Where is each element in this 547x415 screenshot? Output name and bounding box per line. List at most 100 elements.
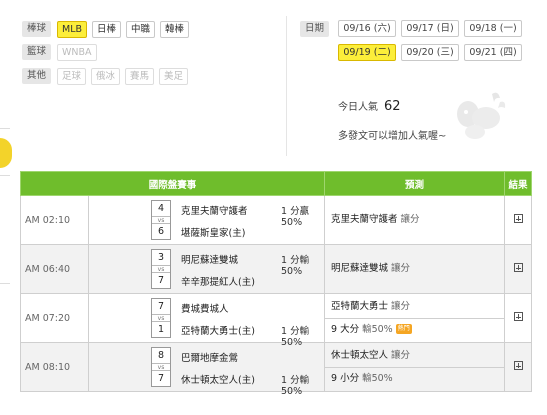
match-cell: 3 vs 7 明尼蘇達雙城 辛辛那提紅人(主) 1 分輸50% (87, 244, 326, 294)
table-row: AM 07:20 7 vs 1 費城費城人 亞特蘭大勇士(主) 1 分輸50% … (20, 293, 533, 348)
date-chip-0917[interactable]: 09/17 (日) (401, 20, 459, 37)
chip-soccer[interactable]: 足球 (57, 67, 87, 85)
team-home[interactable]: 亞特蘭大勇士(主) (181, 323, 255, 337)
score-box: 7 vs 1 (151, 297, 171, 338)
pick-line: 亞特蘭大勇士 讓分 (331, 296, 504, 318)
team-away[interactable]: 巴爾地摩金鶯 (181, 350, 238, 364)
pick-line: 9 大分 輸50% 熱門 (331, 319, 504, 341)
date-chip-0921[interactable]: 09/21 (四) (464, 44, 522, 61)
score-away: 4 (157, 202, 165, 214)
pick-line: 9 小分 輸50% (331, 368, 504, 390)
vertical-divider (286, 16, 287, 156)
score-box: 3 vs 7 (151, 248, 171, 289)
mascot-watermark-icon (457, 92, 506, 139)
pick-cell: 休士頓太空人 讓分 9 小分 輸50% (324, 342, 506, 392)
pick-line: 克里夫蘭守護者 讓分 (331, 209, 504, 231)
score-away: 8 (157, 349, 165, 361)
result-cell[interactable] (504, 244, 533, 294)
result-icon[interactable] (513, 361, 523, 370)
games-table: 國際盤賽事 預測 結果 AM 02:10 4 vs 6 克里夫蘭守護者 堪薩斯皇… (19, 171, 533, 397)
date-chip-0920[interactable]: 09/20 (三) (401, 44, 459, 61)
odds-line: 1 分贏50% (281, 205, 310, 228)
chip-npb[interactable]: 日棒 (92, 20, 122, 38)
date-chip-0916[interactable]: 09/16 (六) (338, 20, 396, 37)
chip-hockey[interactable]: 俄冰 (91, 67, 121, 85)
game-time: AM 02:10 (20, 195, 89, 245)
header-result: 結果 (504, 171, 533, 196)
date-label: 日期 (300, 21, 329, 37)
game-time: AM 08:10 (20, 342, 89, 392)
team-home[interactable]: 辛辛那提紅人(主) (181, 274, 255, 288)
pick-total: 9 大分 (331, 323, 360, 335)
score-box: 4 vs 6 (151, 199, 171, 240)
team-home[interactable]: 休士頓太空人(主) (181, 372, 255, 386)
popularity-label: 今日人氣 (338, 102, 378, 113)
pick-team: 休士頓太空人 (331, 349, 389, 361)
filter-row-basketball: 籃球 WNBA (22, 43, 102, 61)
pick-outcome: 輸50% (362, 323, 393, 335)
chip-horse-racing[interactable]: 賽馬 (125, 67, 155, 85)
header-pick: 預測 (324, 171, 506, 196)
filter-row-other: 其他 足球 俄冰 賽馬 美足 (22, 67, 193, 85)
encourage-text: 多發文可以增加人氣喔~ (338, 131, 447, 142)
chip-kbo[interactable]: 韓棒 (160, 20, 190, 38)
match-cell: 7 vs 1 費城費城人 亞特蘭大勇士(主) 1 分輸50% (87, 293, 326, 348)
score-away: 3 (157, 251, 165, 263)
pick-line: 休士頓太空人 讓分 (331, 345, 504, 367)
date-chip-0918[interactable]: 09/18 (一) (464, 20, 522, 37)
chip-cpbl[interactable]: 中職 (126, 20, 156, 38)
hot-badge: 熱門 (395, 324, 412, 334)
pick-cell: 亞特蘭大勇士 讓分 9 大分 輸50% 熱門 (324, 293, 506, 343)
table-row: AM 06:40 3 vs 7 明尼蘇達雙城 辛辛那提紅人(主) 1 分輸50%… (20, 244, 533, 294)
date-chip-0919[interactable]: 09/19 (二) (338, 44, 396, 61)
chip-mlb[interactable]: MLB (57, 20, 88, 38)
vs-label: vs (152, 215, 170, 224)
team-home[interactable]: 堪薩斯皇家(主) (181, 225, 245, 239)
team-away[interactable]: 明尼蘇達雙城 (181, 252, 238, 266)
pick-team: 明尼蘇達雙城 (331, 263, 389, 274)
left-edge-strip (0, 0, 14, 415)
match-cell: 4 vs 6 克里夫蘭守護者 堪薩斯皇家(主) 1 分贏50% (87, 195, 326, 245)
chip-american-football[interactable]: 美足 (159, 67, 189, 85)
pick-team: 亞特蘭大勇士 (331, 300, 389, 312)
filter-label: 棒球 (22, 21, 51, 37)
pick-line: 明尼蘇達雙城 讓分 (331, 258, 504, 280)
result-icon[interactable] (513, 214, 523, 223)
score-away: 7 (157, 300, 165, 312)
vs-label: vs (152, 362, 170, 371)
left-edge-tick (0, 283, 10, 284)
result-icon[interactable] (513, 263, 523, 272)
match-cell: 8 vs 7 巴爾地摩金鶯 休士頓太空人(主) 1 分輸50% (87, 342, 326, 397)
filter-row-baseball: 棒球 MLB 日棒 中職 韓棒 (22, 20, 194, 38)
table-row: AM 08:10 8 vs 7 巴爾地摩金鶯 休士頓太空人(主) 1 分輸50%… (20, 342, 533, 397)
pick-type: 讓分 (391, 349, 411, 361)
left-edge-tick (0, 128, 10, 129)
pick-outcome: 輸50% (362, 372, 393, 384)
vs-label: vs (152, 313, 170, 322)
header-match: 國際盤賽事 (19, 171, 326, 196)
table-row: AM 02:10 4 vs 6 克里夫蘭守護者 堪薩斯皇家(主) 1 分贏50%… (20, 195, 533, 245)
pick-type: 讓分 (400, 214, 420, 225)
game-time: AM 07:20 (20, 293, 89, 343)
pick-cell: 克里夫蘭守護者 讓分 (324, 195, 506, 245)
result-icon[interactable] (513, 312, 523, 321)
filter-label: 籃球 (22, 44, 51, 60)
left-edge-tick (0, 175, 10, 176)
pick-team: 克里夫蘭守護者 (331, 214, 398, 225)
pick-type: 讓分 (391, 300, 411, 312)
game-time: AM 06:40 (20, 244, 89, 294)
pick-cell: 明尼蘇達雙城 讓分 (324, 244, 506, 294)
team-away[interactable]: 克里夫蘭守護者 (181, 203, 248, 217)
chip-wnba[interactable]: WNBA (57, 43, 97, 61)
table-header-row: 國際盤賽事 預測 結果 (19, 171, 533, 196)
team-away[interactable]: 費城費城人 (181, 301, 229, 315)
odds-line: 1 分輸50% (281, 374, 310, 397)
pick-type: 讓分 (391, 263, 411, 274)
score-home: 6 (157, 225, 165, 237)
score-home: 1 (157, 323, 165, 335)
filter-label: 其他 (22, 68, 51, 84)
result-cell[interactable] (504, 195, 533, 245)
result-cell[interactable] (504, 342, 533, 392)
vs-label: vs (152, 264, 170, 273)
result-cell[interactable] (504, 293, 533, 343)
